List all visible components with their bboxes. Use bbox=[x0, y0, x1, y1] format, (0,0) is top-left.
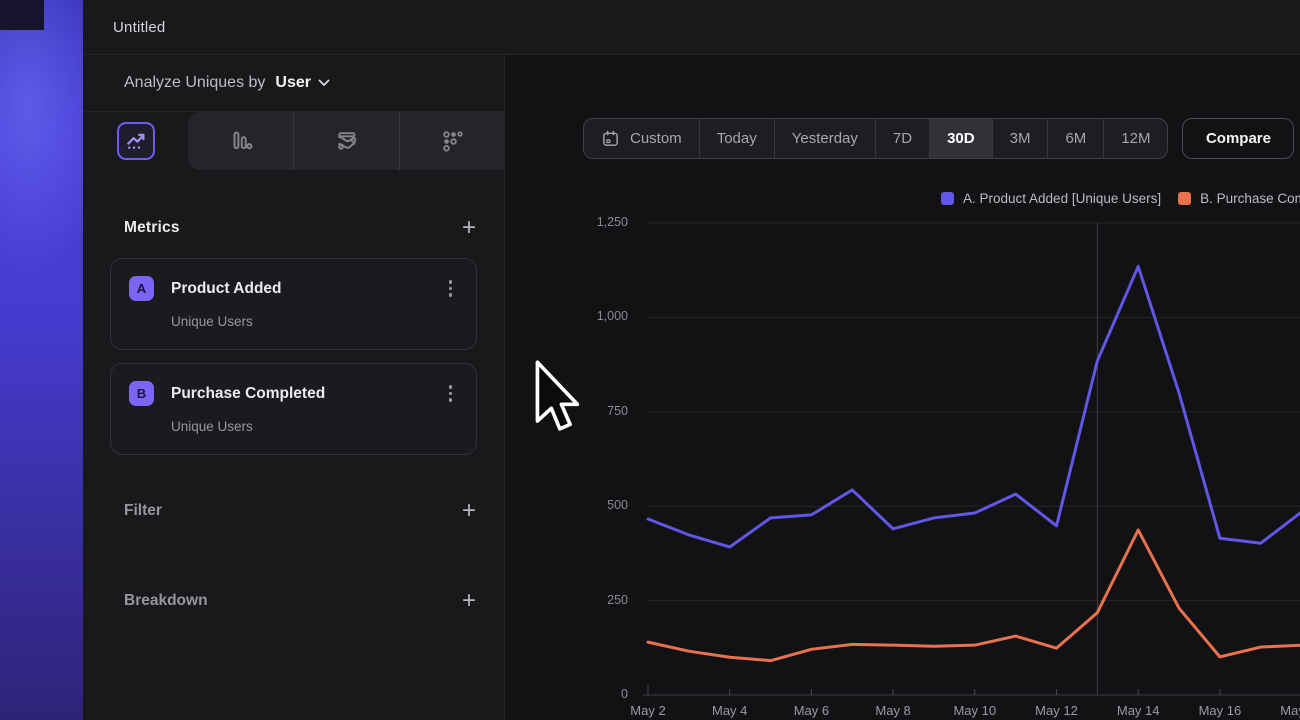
line-chart-icon bbox=[124, 129, 148, 153]
add-metric-button[interactable]: + bbox=[462, 216, 476, 240]
metric-options-kebab-icon[interactable] bbox=[443, 381, 459, 406]
analyze-label: Analyze Uniques by bbox=[124, 74, 265, 92]
filter-section-header: Filter + bbox=[124, 495, 476, 527]
line-chart[interactable] bbox=[505, 55, 1300, 720]
x-axis-tick-label: May 6 bbox=[769, 703, 853, 718]
tab-bar-chart[interactable] bbox=[188, 112, 293, 170]
tab-funnel-dots[interactable] bbox=[399, 112, 505, 170]
metric-measure[interactable]: Unique Users bbox=[171, 419, 458, 434]
analyze-row: Analyze Uniques by User bbox=[83, 55, 504, 112]
tab-flow[interactable] bbox=[293, 112, 399, 170]
flow-icon bbox=[334, 128, 360, 154]
metric-badge-a: A bbox=[129, 276, 154, 301]
app-root: Untitled Analyze Uniques by User bbox=[0, 0, 1300, 720]
breakdown-section-header: Breakdown + bbox=[124, 585, 476, 617]
tab-line-chart[interactable] bbox=[83, 112, 188, 170]
metric-name: Product Added bbox=[171, 280, 443, 298]
chevron-down-icon bbox=[318, 79, 330, 87]
chart-type-tabs bbox=[83, 112, 505, 170]
funnel-dots-icon bbox=[440, 128, 466, 154]
bar-chart-icon bbox=[228, 128, 254, 154]
y-axis-tick-label: 0 bbox=[508, 687, 628, 701]
x-axis-tick-label: May 4 bbox=[688, 703, 772, 718]
analyze-dimension-select[interactable]: User bbox=[275, 74, 330, 92]
y-axis-tick-label: 1,250 bbox=[508, 215, 628, 229]
x-axis-tick-label: May 16 bbox=[1178, 703, 1262, 718]
breakdown-title: Breakdown bbox=[124, 592, 208, 610]
desktop-background-gradient bbox=[0, 0, 83, 720]
analyze-dimension-value: User bbox=[275, 74, 311, 92]
metric-options-kebab-icon[interactable] bbox=[443, 276, 459, 301]
add-filter-button[interactable]: + bbox=[462, 499, 476, 523]
metric-card-purchase-completed[interactable]: B Purchase Completed Unique Users bbox=[110, 363, 477, 455]
metric-badge-b: B bbox=[129, 381, 154, 406]
x-axis-tick-label: May 2 bbox=[606, 703, 690, 718]
x-axis-tick-label: May 14 bbox=[1096, 703, 1180, 718]
chart-panel: Custom Today Yesterday 7D 30D 3M 6M 12M … bbox=[505, 55, 1300, 720]
title-bar: Untitled bbox=[83, 0, 1300, 55]
report-title: Untitled bbox=[113, 19, 165, 36]
query-sidebar: Analyze Uniques by User bbox=[83, 55, 505, 720]
y-axis-tick-label: 1,000 bbox=[508, 309, 628, 323]
y-axis-tick-label: 250 bbox=[508, 593, 628, 607]
y-axis-tick-label: 500 bbox=[508, 498, 628, 512]
metrics-section-header: Metrics + bbox=[124, 213, 476, 243]
x-axis-tick-label: May 8 bbox=[851, 703, 935, 718]
x-axis-tick-label: May 18 bbox=[1260, 703, 1300, 718]
metrics-title: Metrics bbox=[124, 219, 180, 237]
x-axis-tick-label: May 12 bbox=[1015, 703, 1099, 718]
y-axis-tick-label: 750 bbox=[508, 404, 628, 418]
metric-measure[interactable]: Unique Users bbox=[171, 314, 458, 329]
metric-name: Purchase Completed bbox=[171, 385, 443, 403]
filter-title: Filter bbox=[124, 502, 162, 520]
add-breakdown-button[interactable]: + bbox=[462, 589, 476, 613]
x-axis-tick-label: May 10 bbox=[933, 703, 1017, 718]
metric-card-product-added[interactable]: A Product Added Unique Users bbox=[110, 258, 477, 350]
